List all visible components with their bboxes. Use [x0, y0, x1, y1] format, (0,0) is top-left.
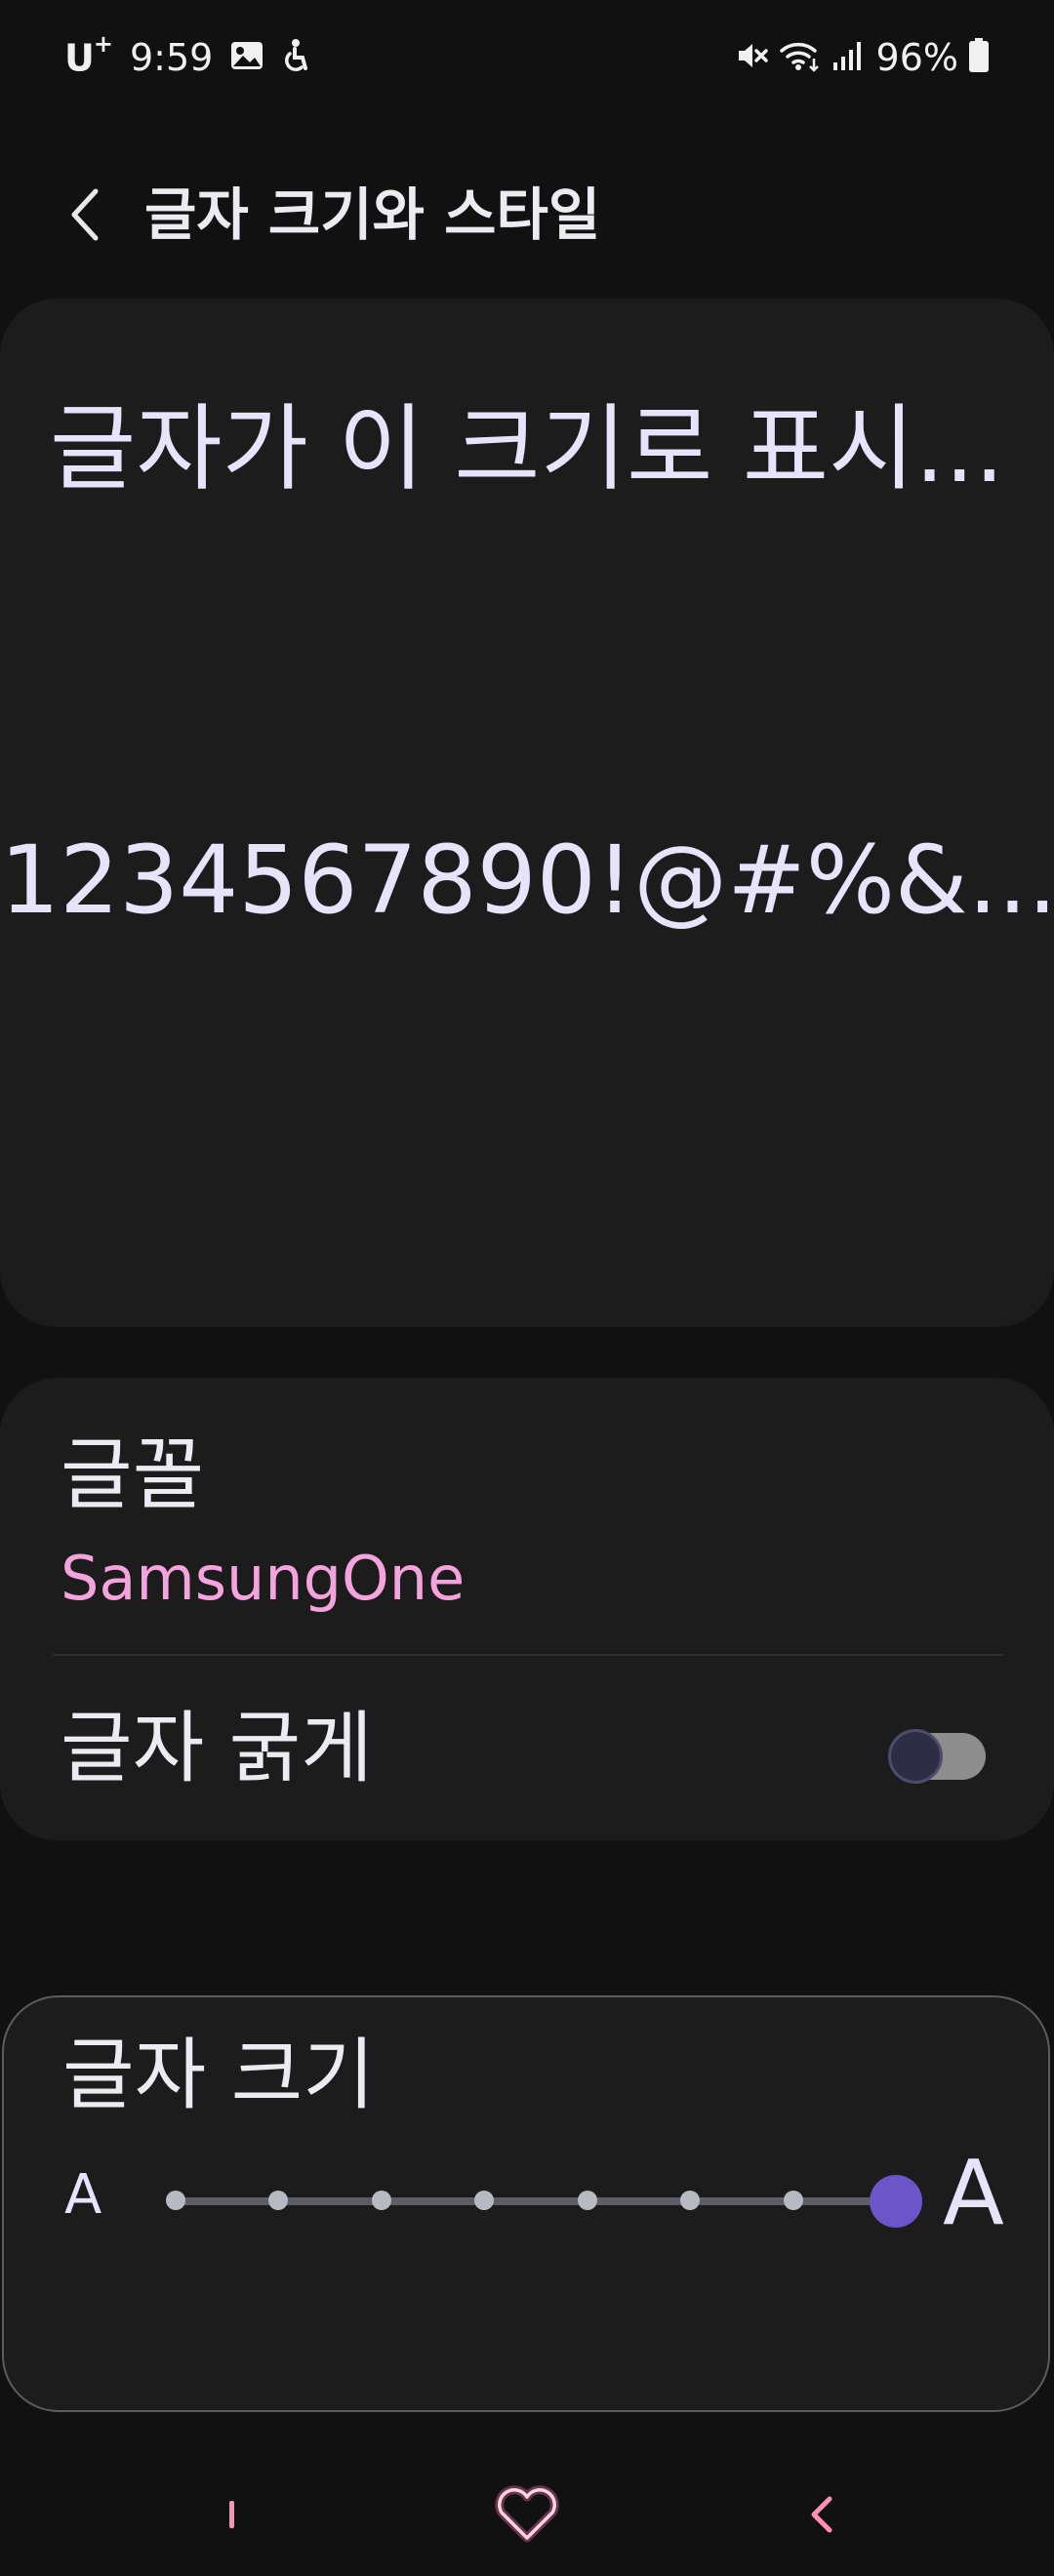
slider-step-dot — [268, 2191, 289, 2210]
font-style-label: 글꼴 — [61, 1429, 205, 1520]
divider — [53, 1654, 1004, 1656]
font-style-row[interactable]: 글꼴 SamsungOne — [0, 1378, 1054, 1655]
smaller-size-label: A — [64, 2163, 102, 2227]
toggle-knob — [888, 1729, 943, 1784]
navigation-bar — [0, 2459, 1054, 2576]
bold-font-row[interactable]: 글자 굵게 — [0, 1657, 1054, 1840]
slider-step-dot — [166, 2191, 185, 2210]
larger-size-label: A — [943, 2141, 1004, 2245]
bold-font-label: 글자 굵게 — [61, 1703, 373, 1793]
gallery-icon — [230, 41, 264, 74]
battery-icon — [968, 38, 990, 77]
home-button[interactable] — [488, 2480, 566, 2549]
text-size-slider[interactable] — [150, 2171, 922, 2230]
mute-icon — [736, 39, 769, 76]
slider-step-dot — [680, 2191, 701, 2210]
slider-step-dot — [371, 2191, 391, 2210]
app-bar: 글자 크기와 스타일 — [0, 166, 1054, 263]
carrier-label: U+ — [64, 29, 113, 80]
chevron-left-icon — [71, 188, 99, 241]
accessibility-icon — [281, 38, 310, 77]
status-right: 96% — [736, 33, 990, 82]
recents-icon — [229, 2501, 234, 2528]
slider-step-dot — [577, 2191, 597, 2210]
clock: 9:59 — [129, 36, 214, 79]
preview-text-symbols: 1234567890!@#%&... — [0, 825, 1054, 935]
font-settings-card: 글꼴 SamsungOne 글자 굵게 — [0, 1378, 1054, 1840]
home-icon — [495, 2485, 559, 2543]
slider-step-dot — [783, 2191, 803, 2210]
page-title: 글자 크기와 스타일 — [144, 181, 601, 248]
status-left: U+ 9:59 — [64, 29, 310, 82]
status-bar: U+ 9:59 96% — [0, 0, 1054, 115]
slider-thumb[interactable] — [870, 2175, 922, 2228]
bold-font-toggle[interactable] — [888, 1729, 986, 1784]
back-button[interactable] — [51, 180, 121, 250]
font-style-value: SamsungOne — [61, 1543, 466, 1614]
text-size-card: 글자 크기 A A — [2, 1995, 1050, 2412]
back-icon — [811, 2496, 832, 2533]
recents-button[interactable] — [193, 2480, 271, 2549]
wifi-icon — [779, 39, 822, 76]
signal-icon — [831, 39, 867, 76]
screen: U+ 9:59 96% 글자 크기와 스타일 글자가 이 크기로 표시... 1… — [0, 0, 1054, 2576]
text-size-label: 글자 크기 — [62, 2030, 375, 2120]
battery-percent: 96% — [875, 36, 958, 79]
preview-text-korean: 글자가 이 크기로 표시... — [50, 394, 1004, 503]
slider-step-dot — [474, 2191, 495, 2210]
nav-back-button[interactable] — [783, 2480, 861, 2549]
